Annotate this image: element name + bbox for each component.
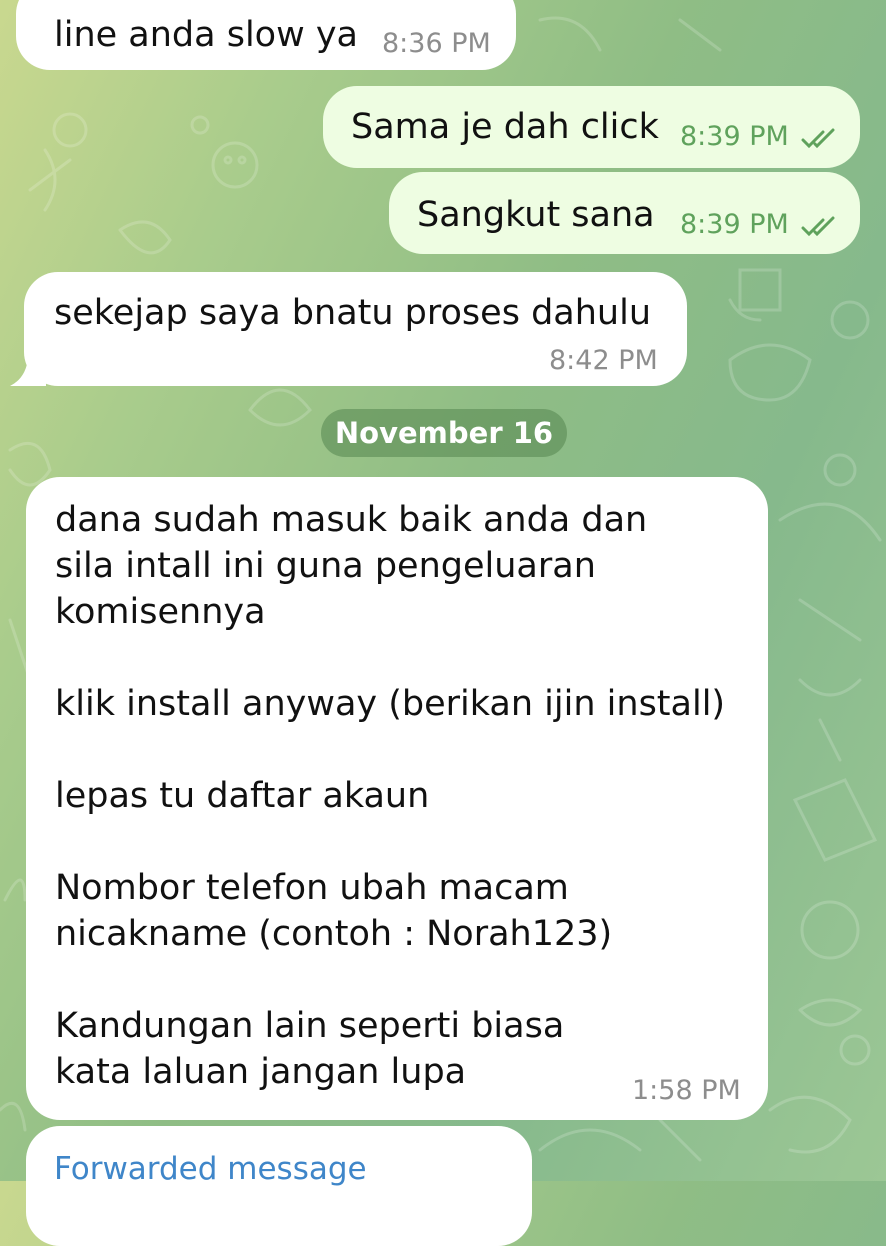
- forwarded-message-label[interactable]: Forwarded message: [54, 1150, 367, 1188]
- message-bubble-outgoing[interactable]: Sama je dah click 8:39 PM: [323, 86, 860, 168]
- long-message-body: dana sudah masuk baik anda dan sila inta…: [55, 497, 725, 1095]
- message-line: sila intall ini guna pengeluaran: [55, 546, 596, 586]
- message-bubble-incoming[interactable]: sekejap saya bnatu proses dahulu 8:42 PM: [24, 272, 687, 386]
- message-line: dana sudah masuk baik anda dan: [55, 500, 648, 540]
- message-time: 8:36 PM: [382, 28, 491, 59]
- double-check-icon: [801, 216, 835, 237]
- message-time: 1:58 PM: [632, 1075, 741, 1106]
- message-bubble-incoming-long[interactable]: dana sudah masuk baik anda dan sila inta…: [26, 477, 768, 1120]
- message-text: line anda slow ya: [54, 15, 358, 55]
- message-line: [55, 819, 725, 865]
- message-line: kata laluan jangan lupa: [55, 1052, 467, 1092]
- message-line: [55, 635, 725, 681]
- message-time: 8:42 PM: [549, 345, 658, 376]
- message-bubble-outgoing[interactable]: Sangkut sana 8:39 PM: [389, 172, 860, 254]
- message-line: [55, 957, 725, 1003]
- message-bubble-incoming[interactable]: line anda slow ya 8:36 PM: [16, 0, 516, 70]
- date-separator: November 16: [321, 409, 567, 457]
- message-line: Nombor telefon ubah macam: [55, 868, 569, 908]
- message-line: komisennya: [55, 592, 266, 632]
- message-text: Sangkut sana: [417, 195, 655, 235]
- message-line: [55, 727, 725, 773]
- message-text: Sama je dah click: [351, 107, 659, 147]
- double-check-icon: [801, 128, 835, 149]
- message-text: sekejap saya bnatu proses dahulu: [54, 293, 651, 333]
- message-time: 8:39 PM: [680, 121, 789, 152]
- message-line: klik install anyway (berikan ijin instal…: [55, 684, 726, 724]
- bubble-tail: [10, 358, 46, 386]
- message-line: nicakname (contoh : Norah123): [55, 914, 613, 954]
- message-line: Kandungan lain seperti biasa: [55, 1006, 565, 1046]
- message-time: 8:39 PM: [680, 209, 789, 240]
- message-line: lepas tu daftar akaun: [55, 776, 430, 816]
